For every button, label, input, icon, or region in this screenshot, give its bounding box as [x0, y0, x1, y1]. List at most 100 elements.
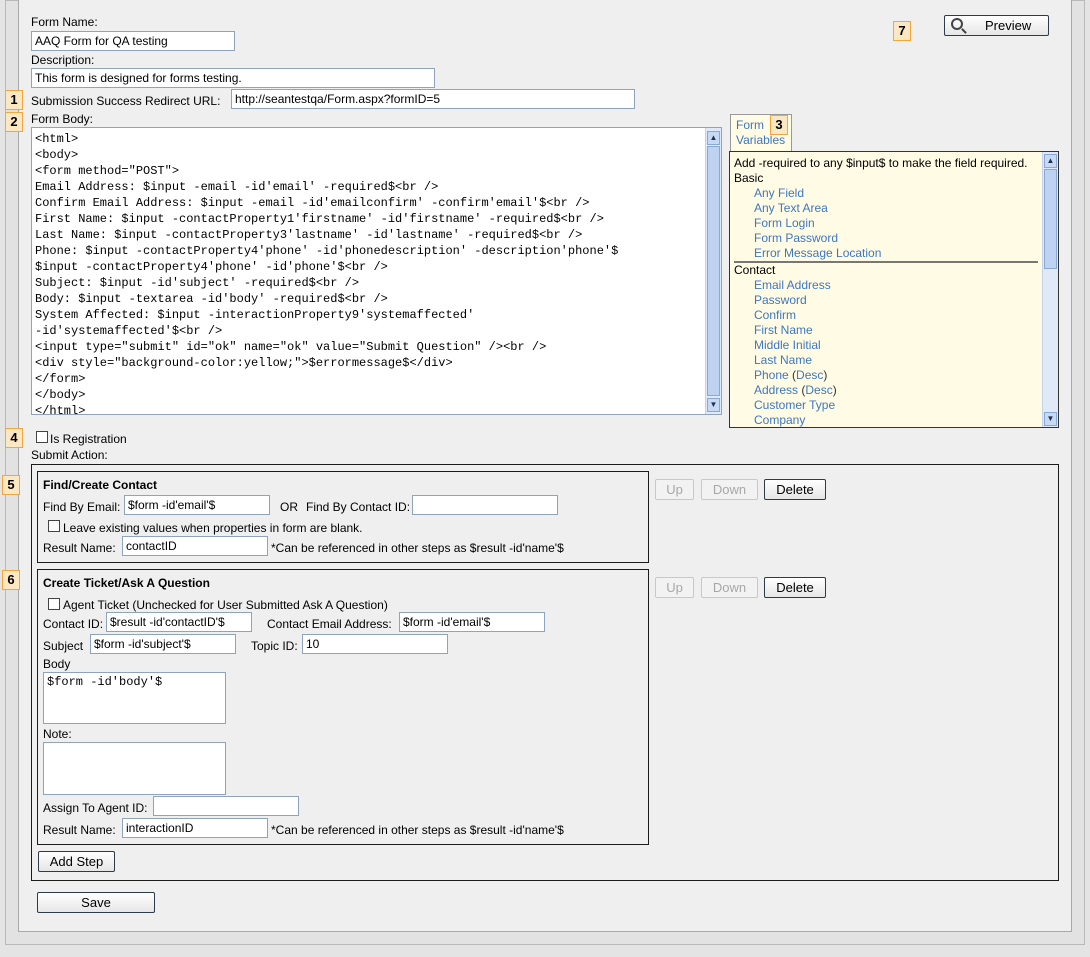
leave-existing-checkbox[interactable]	[48, 520, 60, 532]
var-address[interactable]: Address	[754, 383, 798, 397]
marker-3: 3	[770, 115, 788, 135]
find-by-email-input[interactable]: $form -id'email'$	[124, 495, 270, 515]
step1-delete-button[interactable]: Delete	[764, 479, 826, 500]
var-phone-row: Phone (Desc)	[754, 368, 828, 382]
code-line: $input -contactProperty4'phone' -id'phon…	[35, 260, 388, 274]
var-any-field[interactable]: Any Field	[754, 186, 804, 200]
contact-email-label: Contact Email Address:	[267, 617, 392, 631]
code-line: </form>	[35, 372, 86, 386]
contact-email-input[interactable]: $form -id'email'$	[399, 612, 545, 632]
var-address-row: Address (Desc)	[754, 383, 837, 397]
scroll-down-arrow-icon[interactable]: ▼	[707, 398, 720, 412]
find-by-contact-id-label: Find By Contact ID:	[306, 500, 411, 514]
var-address-desc[interactable]: Desc	[805, 383, 832, 397]
topic-id-label: Topic ID:	[251, 639, 298, 653]
step-create-ticket: Create Ticket/Ask A Question Agent Ticke…	[37, 569, 649, 845]
var-last-name[interactable]: Last Name	[754, 353, 812, 367]
is-registration-checkbox[interactable]	[36, 431, 48, 443]
agent-ticket-checkbox[interactable]	[48, 598, 60, 610]
add-step-button[interactable]: Add Step	[38, 851, 115, 872]
magnifier-handle	[961, 28, 967, 34]
description-input[interactable]: This form is designed for forms testing.	[31, 68, 435, 88]
assign-agent-input[interactable]	[153, 796, 299, 816]
variables-hint: Add -required to any $input$ to make the…	[734, 156, 1028, 170]
var-password[interactable]: Password	[754, 293, 807, 307]
is-registration-label: Is Registration	[50, 432, 127, 446]
subject-input[interactable]: $form -id'subject'$	[90, 634, 236, 654]
find-by-contact-id-input[interactable]	[412, 495, 558, 515]
form-name-label: Form Name:	[31, 15, 98, 29]
scroll-up-arrow-icon[interactable]: ▲	[1044, 154, 1057, 168]
description-label: Description:	[31, 53, 95, 67]
var-any-text-area[interactable]: Any Text Area	[754, 201, 828, 215]
var-email-address[interactable]: Email Address	[754, 278, 831, 292]
form-body-textarea[interactable]: <html> <body> <form method="POST"> Email Ad…	[31, 127, 722, 415]
marker-4: 4	[5, 428, 23, 448]
section-divider	[734, 261, 1038, 263]
body-textarea[interactable]: $form -id'body'$	[43, 672, 226, 724]
code-line: Last Name: $input -contactProperty3'last…	[35, 228, 583, 242]
step2-down-button[interactable]: Down	[701, 577, 758, 598]
var-middle-initial[interactable]: Middle Initial	[754, 338, 821, 352]
redirect-url-input[interactable]: http://seantestqa/Form.aspx?formID=5	[231, 89, 635, 109]
scroll-up-arrow-icon[interactable]: ▲	[707, 131, 720, 145]
step2-delete-button[interactable]: Delete	[764, 577, 826, 598]
code-line: Confirm Email Address: $input -email -id…	[35, 196, 590, 210]
contact-id-input[interactable]: $result -id'contactID'$	[106, 612, 252, 632]
form-body-scrollbar[interactable]: ▲ ▼	[705, 128, 721, 414]
var-form-password[interactable]: Form Password	[754, 231, 838, 245]
result-name-input-2[interactable]: interactionID	[122, 818, 268, 838]
code-line: Email Address: $input -email -id'email' …	[35, 180, 439, 194]
note-textarea[interactable]	[43, 742, 226, 795]
code-line: -id'systemaffected'$<br />	[35, 324, 223, 338]
step2-up-button[interactable]: Up	[655, 577, 694, 598]
variables-tab-line1: Form	[736, 118, 764, 132]
form-name-input[interactable]: AAQ Form for QA testing	[31, 31, 235, 51]
var-phone-desc[interactable]: Desc	[796, 368, 823, 382]
step1-up-button[interactable]: Up	[655, 479, 694, 500]
result-name-label-2: Result Name:	[43, 823, 116, 837]
contact-section-title: Contact	[734, 263, 776, 277]
redirect-label: Submission Success Redirect URL:	[31, 94, 221, 108]
result-name-input[interactable]: contactID	[122, 536, 268, 556]
scroll-thumb[interactable]	[1044, 169, 1057, 269]
var-customer-type[interactable]: Customer Type	[754, 398, 835, 412]
variables-scrollbar[interactable]: ▲ ▼	[1042, 152, 1058, 427]
code-line: Subject: $input -id'subject' -required$<…	[35, 276, 360, 290]
code-line: Body: $input -textarea -id'body' -requir…	[35, 292, 388, 306]
scroll-down-arrow-icon[interactable]: ▼	[1044, 412, 1057, 426]
save-button[interactable]: Save	[37, 892, 155, 913]
step1-down-button[interactable]: Down	[701, 479, 758, 500]
marker-7: 7	[893, 21, 911, 41]
variables-tab-line2: Variables	[736, 133, 786, 147]
preview-label: Preview	[985, 18, 1032, 33]
assign-agent-label: Assign To Agent ID:	[43, 801, 148, 815]
or-label: OR	[280, 500, 298, 514]
form-body-code: <html> <body> <form method="POST"> Email Ad…	[32, 128, 721, 414]
preview-button[interactable]: Preview	[944, 15, 1049, 36]
var-confirm[interactable]: Confirm	[754, 308, 796, 322]
var-phone[interactable]: Phone	[754, 368, 789, 382]
var-company[interactable]: Company	[754, 413, 805, 427]
result-name-note: *Can be referenced in other steps as $re…	[271, 541, 564, 555]
topic-id-input[interactable]: 10	[302, 634, 448, 654]
result-name-note-2: *Can be referenced in other steps as $re…	[271, 823, 564, 837]
code-line: Phone: $input -contactProperty4'phone' -…	[35, 244, 619, 258]
var-form-login[interactable]: Form Login	[754, 216, 815, 230]
marker-2: 2	[5, 112, 23, 132]
leave-existing-label: Leave existing values when properties in…	[63, 521, 363, 535]
code-line: <body>	[35, 148, 79, 162]
scroll-thumb[interactable]	[707, 146, 720, 396]
var-error-message-location[interactable]: Error Message Location	[754, 246, 881, 260]
form-variables-panel: Add -required to any $input$ to make the…	[729, 151, 1059, 428]
code-line: <div style="background-color:yellow;">$e…	[35, 356, 453, 370]
code-line: <html>	[35, 132, 79, 146]
contact-id-label: Contact ID:	[43, 617, 104, 631]
submit-action-label: Submit Action:	[31, 448, 108, 462]
var-first-name[interactable]: First Name	[754, 323, 813, 337]
step2-title: Create Ticket/Ask A Question	[43, 576, 210, 590]
code-line: <input type="submit" id="ok" name="ok" v…	[35, 340, 547, 354]
result-name-label: Result Name:	[43, 541, 116, 555]
form-body-label: Form Body:	[31, 112, 94, 126]
step-find-create-contact: Find/Create Contact Find By Email: $form…	[37, 471, 649, 563]
